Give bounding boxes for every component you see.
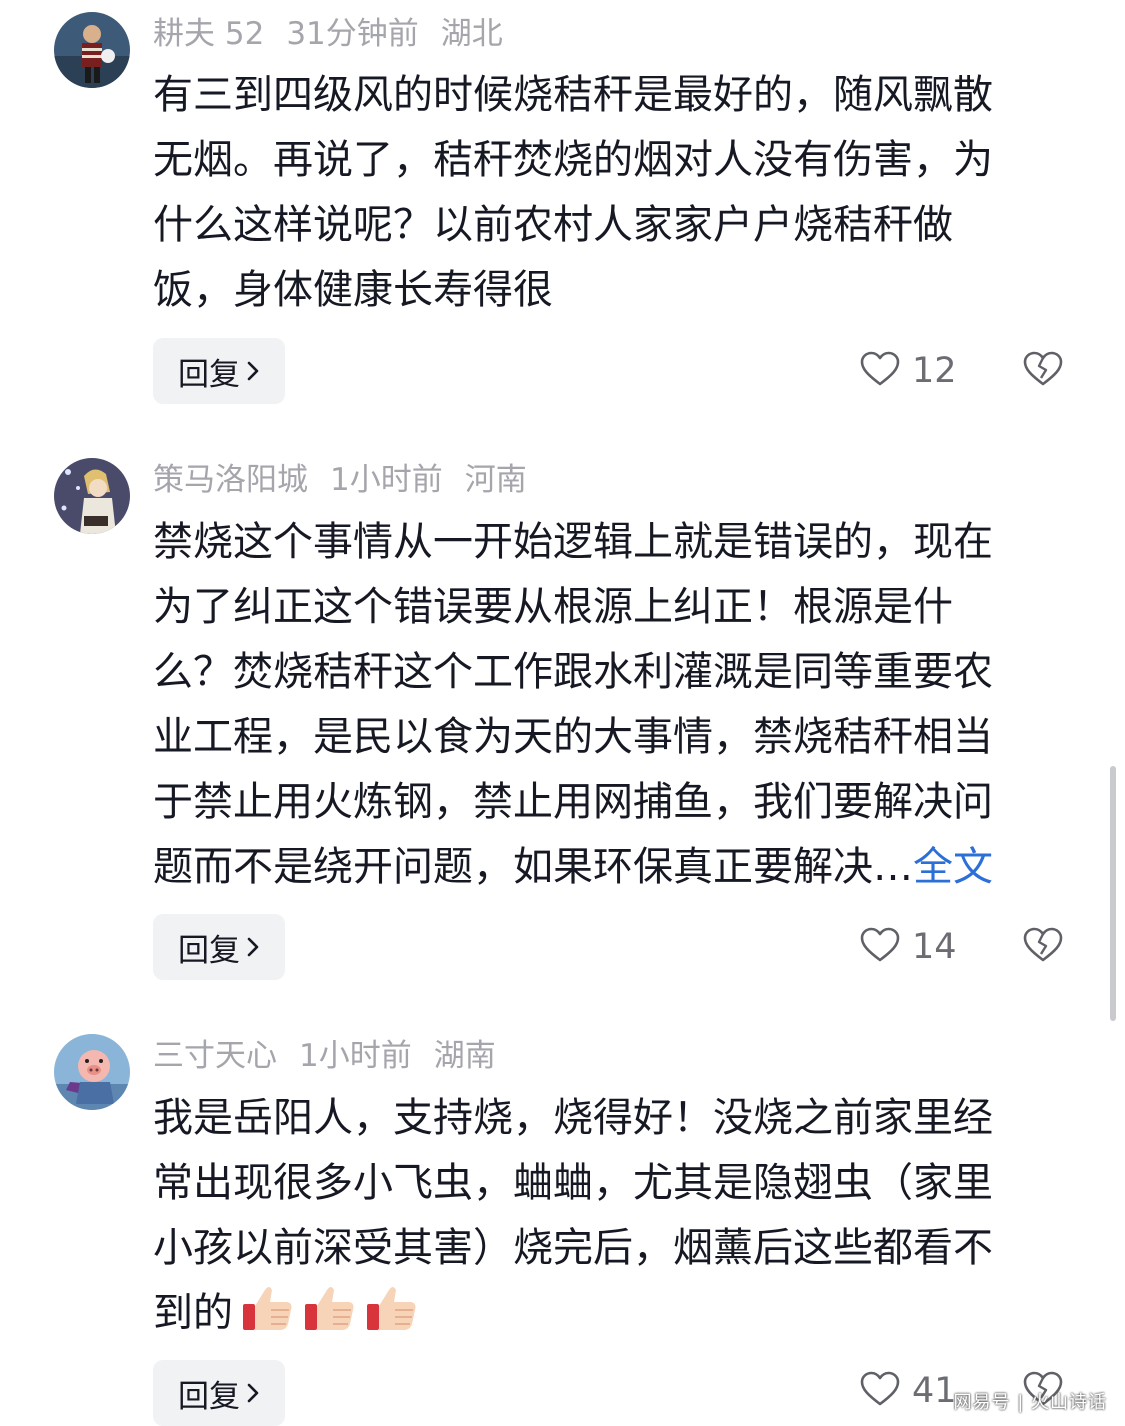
watermark: 网易号 | 火山诗话: [953, 1392, 1107, 1413]
timestamp: 31分钟前: [286, 16, 419, 52]
thumbs-up-emoji: [365, 1282, 419, 1352]
timestamp: 1小时前: [299, 1038, 412, 1074]
user-avatar[interactable]: [54, 12, 130, 88]
username[interactable]: 三寸天心: [153, 1038, 277, 1074]
chevron-right-icon: [246, 1382, 260, 1404]
broken-heart-icon: [1023, 351, 1063, 391]
dislike-button[interactable]: [1022, 914, 1064, 980]
comment-line: 小孩以前深受其害）烧完后，烟薰后这些都看不: [153, 1225, 993, 1271]
comment-line: 业工程，是民以食为天的大事情，禁烧秸秆相当: [153, 714, 993, 760]
reply-label: 回复: [178, 1378, 240, 1415]
comment-line: 无烟。再说了，秸秆焚烧的烟对人没有伤害，为: [153, 137, 993, 183]
broken-heart-icon: [1023, 927, 1063, 967]
comment-text: 禁烧这个事情从一开始逻辑上就是错误的，现在 为了纠正这个错误要从根源上纠正！根源…: [153, 510, 1068, 900]
thumbs-up-emoji: [241, 1282, 295, 1352]
heart-outline-icon: [860, 1371, 900, 1411]
expand-full-text-link[interactable]: 全文: [913, 844, 993, 890]
heart-outline-icon: [860, 927, 900, 967]
timestamp: 1小时前: [330, 462, 443, 498]
comment-line: 什么这样说呢？以前农村人家家户户烧秸秆做: [153, 202, 953, 248]
comment-line-text: 题而不是绕开问题，如果环保真正要解决…: [153, 844, 913, 890]
comment-line: 禁烧这个事情从一开始逻辑上就是错误的，现在: [153, 519, 993, 565]
like-button[interactable]: 14: [860, 914, 957, 980]
like-count: 14: [912, 927, 957, 967]
heart-outline-icon: [860, 351, 900, 391]
comment-meta: 三寸天心 1小时前 湖南: [153, 1034, 518, 1078]
reply-button[interactable]: 回复: [153, 1360, 285, 1426]
like-count: 41: [912, 1371, 957, 1411]
comment-line: 么？焚烧秸秆这个工作跟水利灌溉是同等重要农: [153, 649, 993, 695]
chevron-right-icon: [246, 936, 260, 958]
location: 湖北: [440, 16, 503, 52]
username[interactable]: 策马洛阳城: [153, 462, 308, 498]
comment-line: 饭，身体健康长寿得很: [153, 267, 553, 313]
comment-line-text: 到的: [153, 1290, 233, 1336]
reply-label: 回复: [178, 356, 240, 393]
chevron-right-icon: [246, 360, 260, 382]
location: 河南: [464, 462, 527, 498]
comment-text: 我是岳阳人，支持烧，烧得好！没烧之前家里经 常出现很多小飞虫，蛐蛐，尤其是隐翅虫…: [153, 1086, 1068, 1352]
like-button[interactable]: 12: [860, 338, 957, 404]
reply-button[interactable]: 回复: [153, 914, 285, 980]
comment-line: 题而不是绕开问题，如果环保真正要解决…全文: [153, 835, 1068, 900]
comment-line: 我是岳阳人，支持烧，烧得好！没烧之前家里经: [153, 1095, 993, 1141]
comment-line: 有三到四级风的时候烧秸秆是最好的，随风飘散: [153, 72, 993, 118]
comment-line: 到的: [153, 1281, 1068, 1352]
thumbs-up-emoji: [303, 1282, 357, 1352]
location: 湖南: [433, 1038, 496, 1074]
comment-line: 为了纠正这个错误要从根源上纠正！根源是什: [153, 584, 953, 630]
comment-line: 于禁止用火炼钢，禁止用网捕鱼，我们要解决问: [153, 779, 993, 825]
dislike-button[interactable]: [1022, 338, 1064, 404]
comment-text: 有三到四级风的时候烧秸秆是最好的，随风飘散 无烟。再说了，秸秆焚烧的烟对人没有伤…: [153, 63, 1068, 323]
scrollbar[interactable]: [1110, 766, 1116, 1021]
comment-line: 常出现很多小飞虫，蛐蛐，尤其是隐翅虫（家里: [153, 1160, 993, 1206]
user-avatar[interactable]: [54, 458, 130, 534]
comment-meta: 耕夫 52 31分钟前 湖北: [153, 12, 525, 56]
like-count: 12: [912, 351, 957, 391]
username[interactable]: 耕夫 52: [153, 16, 264, 52]
like-button[interactable]: 41: [860, 1358, 957, 1424]
comment-meta: 策马洛阳城 1小时前 河南: [153, 458, 549, 502]
reply-button[interactable]: 回复: [153, 338, 285, 404]
reply-label: 回复: [178, 932, 240, 969]
user-avatar[interactable]: [54, 1034, 130, 1110]
